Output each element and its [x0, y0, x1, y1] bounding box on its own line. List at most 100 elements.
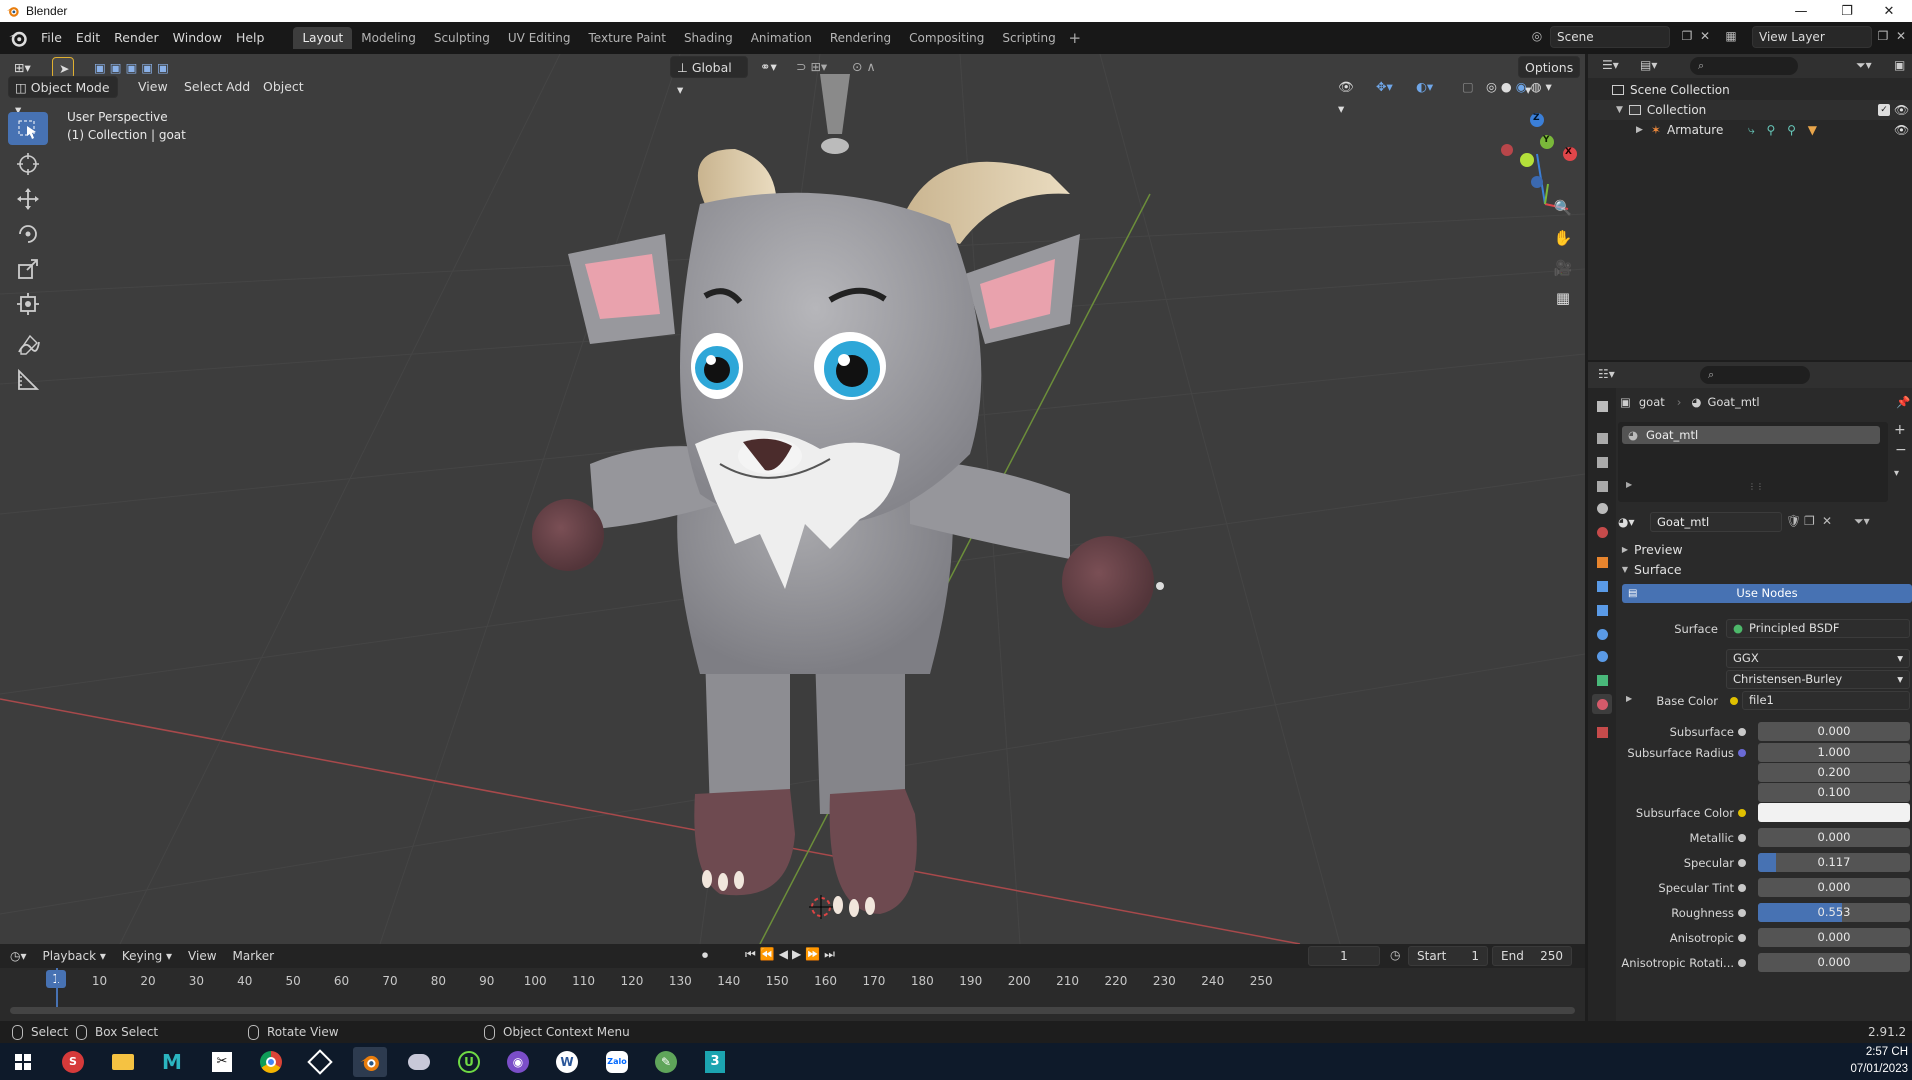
material-name-field[interactable]: Goat_mtl	[1650, 512, 1782, 532]
add-slot-button[interactable]: +	[1894, 422, 1906, 438]
material-slot[interactable]: ◕ Goat_mtl	[1622, 426, 1880, 444]
view-layer-browse-icon[interactable]: ▦	[1722, 27, 1740, 45]
duplicate-material-icon[interactable]: ❐	[1804, 514, 1815, 528]
property-value-field[interactable]: 0.117	[1758, 853, 1910, 872]
socket-dot[interactable]	[1730, 697, 1738, 705]
slot-specials-button[interactable]: ▾	[1894, 468, 1899, 479]
socket-dot[interactable]	[1738, 728, 1746, 736]
system-clock[interactable]: 2:57 CH 07/01/2023	[1850, 1044, 1908, 1078]
viewport-menu-view[interactable]: View	[132, 76, 174, 98]
github-icon[interactable]: ◉	[501, 1047, 535, 1077]
tab-constraints-icon[interactable]	[1592, 646, 1612, 666]
menu-render[interactable]: Render	[107, 26, 166, 50]
options-dropdown[interactable]: Options ▾	[1518, 56, 1580, 97]
object-mode-dropdown[interactable]: ◫ Object Mode ▾	[8, 76, 118, 117]
end-frame-field[interactable]: End 250	[1492, 946, 1572, 966]
tab-data-icon[interactable]	[1592, 670, 1612, 690]
fake-user-icon[interactable]: 🛡	[1786, 514, 1801, 528]
gizmo-toggle-icon[interactable]: ✥▾	[1370, 76, 1404, 98]
minimize-button[interactable]: —	[1778, 0, 1824, 22]
tab-object-icon[interactable]	[1592, 552, 1612, 572]
socket-dot[interactable]	[1738, 884, 1746, 892]
chrome-icon[interactable]	[254, 1047, 288, 1077]
rotate-tool[interactable]	[8, 217, 48, 250]
3d-viewport[interactable]: ⊞▾ ➤ ▣ ▣ ▣ ▣ ▣ ◫ Object Mode ▾ View Sele…	[0, 54, 1585, 944]
timeline-menu-marker[interactable]: Marker	[225, 949, 282, 963]
scale-tool[interactable]	[8, 252, 48, 285]
socket-dot[interactable]	[1738, 809, 1746, 817]
menu-file[interactable]: File	[34, 26, 69, 50]
measure-tool[interactable]	[8, 363, 48, 396]
expand-arrow-icon[interactable]: ▶	[1626, 480, 1632, 489]
sketchup-icon[interactable]: S	[56, 1047, 90, 1077]
camera-view-icon[interactable]: 🎥	[1549, 254, 1577, 282]
upwork-icon[interactable]: U	[452, 1047, 486, 1077]
transform-orientation-dropdown[interactable]: ⊥ Global ▾	[670, 56, 748, 97]
timeline-menu-playback[interactable]: Playback ▾	[35, 949, 114, 963]
tab-layout[interactable]: Layout	[293, 27, 353, 49]
socket-dot[interactable]	[1738, 909, 1746, 917]
outliner-collection[interactable]: ▼ Collection ✓ 👁	[1588, 100, 1912, 120]
preview-range-icon[interactable]: ◷	[1390, 948, 1400, 962]
surface-shader-field[interactable]: ● Principled BSDF	[1726, 619, 1910, 638]
maya-icon[interactable]: M	[155, 1047, 189, 1077]
current-frame-field[interactable]: 1	[1308, 946, 1380, 966]
3d-app-icon[interactable]: 3	[698, 1047, 732, 1077]
timeline-menu-view[interactable]: View	[180, 949, 224, 963]
property-value-field[interactable]: 0.100	[1758, 783, 1910, 802]
use-nodes-button[interactable]: ▤ Use Nodes	[1622, 584, 1912, 603]
scene-browse-icon[interactable]: ◎	[1528, 27, 1546, 45]
base-color-link-field[interactable]: file1	[1742, 691, 1910, 710]
annotate-tool[interactable]	[8, 328, 48, 361]
menu-window[interactable]: Window	[166, 26, 229, 50]
outliner-search-input[interactable]: ⌕	[1690, 57, 1798, 75]
property-value-field[interactable]: 0.000	[1758, 928, 1910, 947]
property-value-field[interactable]: 0.553	[1758, 903, 1910, 922]
list-resize-handle[interactable]: ⋮⋮	[1748, 482, 1764, 491]
start-frame-field[interactable]: Start 1	[1408, 946, 1488, 966]
tab-world-icon[interactable]	[1592, 522, 1612, 542]
frame-ruler[interactable]: 10 20 30 40 50 60 70 80 90 100 110 120 130 140 150 160 1…	[0, 968, 1585, 998]
timeline-editor-type-icon[interactable]: ◷▾	[0, 949, 35, 963]
paint-icon[interactable]: ✎	[649, 1047, 683, 1077]
pan-view-icon[interactable]: ✋	[1549, 224, 1577, 252]
tab-view-layer-icon[interactable]	[1592, 476, 1612, 496]
new-scene-icon[interactable]: ❐	[1678, 27, 1696, 45]
xray-toggle-icon[interactable]: ▢	[1456, 76, 1478, 98]
viewport-menu-add[interactable]: Add	[220, 76, 256, 98]
tab-material-icon[interactable]	[1592, 694, 1612, 714]
tab-scripting[interactable]: Scripting	[993, 27, 1064, 49]
view-layer-field[interactable]: View Layer	[1752, 26, 1872, 48]
overlay-toggle-icon[interactable]: ◐▾	[1410, 76, 1444, 98]
property-value-field[interactable]: 0.000	[1758, 953, 1910, 972]
tab-scene-icon[interactable]	[1592, 498, 1612, 518]
tab-texture-paint[interactable]: Texture Paint	[580, 27, 675, 49]
property-value-field[interactable]: 1.000	[1758, 743, 1910, 762]
mail-icon[interactable]	[402, 1047, 436, 1077]
display-mode-icon[interactable]: ▤▾	[1640, 58, 1657, 72]
socket-dot[interactable]	[1738, 749, 1746, 757]
expand-arrow-icon[interactable]: ▶	[1636, 125, 1643, 135]
property-value-field[interactable]: 0.000	[1758, 878, 1910, 897]
windows-start-icon[interactable]	[6, 1047, 40, 1077]
zoom-view-icon[interactable]: 🔍	[1549, 194, 1577, 222]
surface-panel-header[interactable]: ▼ Surface	[1618, 558, 1912, 580]
tab-uv-editing[interactable]: UV Editing	[499, 27, 580, 49]
move-tool[interactable]	[8, 182, 48, 215]
maximize-button[interactable]: ❐	[1824, 0, 1870, 22]
file-explorer-icon[interactable]	[106, 1047, 140, 1077]
delete-scene-icon[interactable]: ✕	[1696, 27, 1714, 45]
new-view-layer-icon[interactable]: ❐	[1874, 27, 1892, 45]
shading-mode-icons[interactable]: ◎ ● ◉ ◍ ▾	[1480, 76, 1580, 98]
tab-modeling[interactable]: Modeling	[352, 27, 425, 49]
menu-edit[interactable]: Edit	[69, 26, 107, 50]
zalo-icon[interactable]: Zalo	[600, 1047, 634, 1077]
auto-keying-icon[interactable]: ⏺	[702, 948, 708, 963]
timeline-editor[interactable]: ◷▾ Playback ▾ Keying ▾ View Marker ⏺ ⏮⏪◀…	[0, 944, 1585, 1021]
properties-panel[interactable]: ☷▾ ⌕ ▣ goat › ◕ Goat_mtl 📌 ◕ Goat_mtl ▶ …	[1588, 362, 1912, 1021]
blender-taskbar-icon[interactable]	[353, 1047, 387, 1077]
browse-link-icon[interactable]: ⏷▾	[1854, 514, 1870, 529]
menu-help[interactable]: Help	[229, 26, 272, 50]
filter-icon[interactable]: ⏷▾	[1856, 58, 1872, 73]
image-editor-icon[interactable]: ✂	[205, 1047, 239, 1077]
